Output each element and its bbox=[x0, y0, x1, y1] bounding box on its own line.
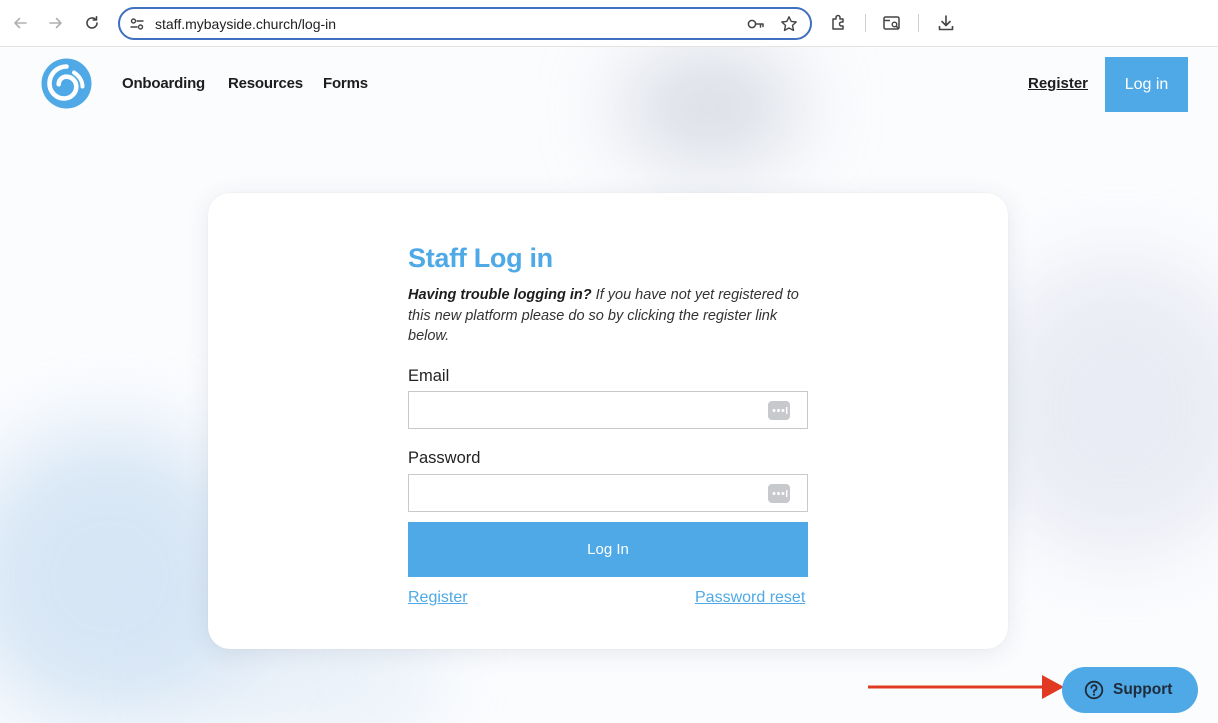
url-text[interactable]: staff.mybayside.church/log-in bbox=[155, 16, 336, 32]
login-help-lead: Having trouble logging in? bbox=[408, 287, 592, 303]
password-field[interactable] bbox=[409, 475, 807, 511]
login-title: Staff Log in bbox=[408, 243, 553, 273]
email-label: Email bbox=[408, 367, 450, 385]
key-icon[interactable] bbox=[747, 16, 765, 32]
question-circle-icon bbox=[1084, 680, 1104, 700]
download-icon[interactable] bbox=[936, 13, 956, 33]
password-label: Password bbox=[408, 449, 481, 467]
header-login-button[interactable]: Log in bbox=[1105, 57, 1188, 112]
password-field-wrapper bbox=[408, 474, 808, 512]
page-content: Onboarding Resources Forms Register Log … bbox=[0, 47, 1218, 723]
forward-arrow-icon[interactable] bbox=[45, 12, 67, 34]
reload-icon[interactable] bbox=[81, 12, 103, 34]
email-field[interactable] bbox=[409, 392, 807, 428]
background-glow bbox=[620, 47, 800, 167]
support-label: Support bbox=[1113, 681, 1173, 698]
background-glow bbox=[980, 257, 1218, 557]
support-button[interactable]: Support bbox=[1062, 667, 1198, 713]
register-link[interactable]: Register bbox=[408, 589, 468, 607]
password-reset-link[interactable]: Password reset bbox=[695, 589, 805, 607]
back-arrow-icon[interactable] bbox=[9, 12, 31, 34]
login-submit-button[interactable]: Log In bbox=[408, 522, 808, 577]
header-register-link[interactable]: Register bbox=[1028, 75, 1088, 92]
tab-search-icon[interactable] bbox=[882, 13, 902, 33]
bayside-logo[interactable] bbox=[40, 57, 93, 110]
email-field-wrapper bbox=[408, 391, 808, 429]
nav-onboarding[interactable]: Onboarding bbox=[122, 75, 205, 92]
browser-toolbar: staff.mybayside.church/log-in bbox=[0, 0, 1218, 47]
star-icon[interactable] bbox=[780, 15, 798, 33]
login-card: Staff Log in Having trouble logging in? … bbox=[208, 193, 1008, 649]
password-manager-icon[interactable] bbox=[768, 401, 790, 420]
nav-forms[interactable]: Forms bbox=[323, 75, 368, 92]
toolbar-separator bbox=[918, 14, 919, 32]
address-bar[interactable]: staff.mybayside.church/log-in bbox=[118, 7, 812, 40]
annotation-arrow bbox=[868, 675, 1064, 699]
password-manager-icon[interactable] bbox=[768, 484, 790, 503]
toolbar-separator bbox=[865, 14, 866, 32]
login-help-text: Having trouble logging in? If you have n… bbox=[408, 285, 808, 347]
extensions-icon[interactable] bbox=[829, 13, 849, 33]
site-info-icon[interactable] bbox=[129, 16, 145, 32]
nav-resources[interactable]: Resources bbox=[228, 75, 303, 92]
